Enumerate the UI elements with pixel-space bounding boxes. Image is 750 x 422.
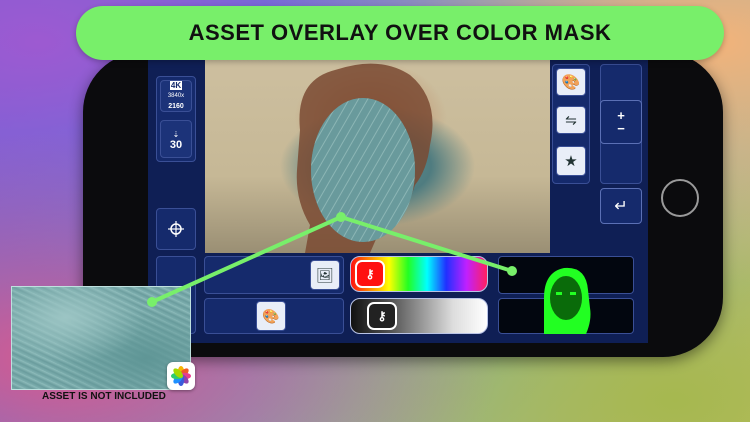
zoom-minus[interactable]: − <box>617 121 625 136</box>
asset-thumbnail[interactable] <box>11 286 191 390</box>
zoom-stepper[interactable]: + − <box>600 100 642 144</box>
target-button[interactable] <box>156 208 196 250</box>
brightness-knob[interactable]: ⚷ <box>367 302 397 330</box>
effects-button[interactable]: ★ <box>556 146 586 176</box>
hue-slider[interactable]: ⚷ <box>350 256 488 292</box>
crosshair-icon <box>168 221 184 237</box>
palette-icon: 🎨 <box>262 307 280 324</box>
camera-preview[interactable] <box>205 60 550 253</box>
photos-flower-icon <box>171 366 191 386</box>
key-icon: ⚷ <box>377 309 387 323</box>
asset-caption: ASSET IS NOT INCLUDED <box>42 391 166 402</box>
palette-icon: 🎨 <box>561 74 581 91</box>
key-icon: ⚷ <box>365 267 375 281</box>
color-mask-preview <box>544 267 591 334</box>
home-button[interactable] <box>661 179 699 217</box>
image-asset-icon: 🖼 <box>316 266 334 283</box>
brightness-slider[interactable]: ⚷ <box>350 298 488 334</box>
hue-knob[interactable]: ⚷ <box>355 260 385 288</box>
enter-button[interactable]: ↵ <box>600 188 642 224</box>
image-asset-button[interactable]: 🖼 <box>310 260 340 290</box>
banner-title: ASSET OVERLAY OVER COLOR MASK <box>188 20 612 45</box>
flip-icon: ⇋ <box>565 111 577 128</box>
fps-icon: ⇣ 30 <box>169 129 183 151</box>
headline-banner: ASSET OVERLAY OVER COLOR MASK <box>76 6 724 60</box>
photos-app-icon[interactable] <box>167 362 195 390</box>
resolution-button[interactable]: 4K 3840x 2160 <box>160 80 192 112</box>
palette-button[interactable]: 🎨 <box>556 68 586 96</box>
star-effects-icon: ★ <box>564 153 578 170</box>
4k-resolution-icon: 4K 3840x 2160 <box>167 81 185 110</box>
fps-button[interactable]: ⇣ 30 <box>160 120 192 158</box>
mask-palette-button[interactable]: 🎨 <box>256 301 286 331</box>
enter-icon: ↵ <box>614 198 628 215</box>
flip-button[interactable]: ⇋ <box>556 106 586 134</box>
subject-silhouette <box>296 63 433 253</box>
